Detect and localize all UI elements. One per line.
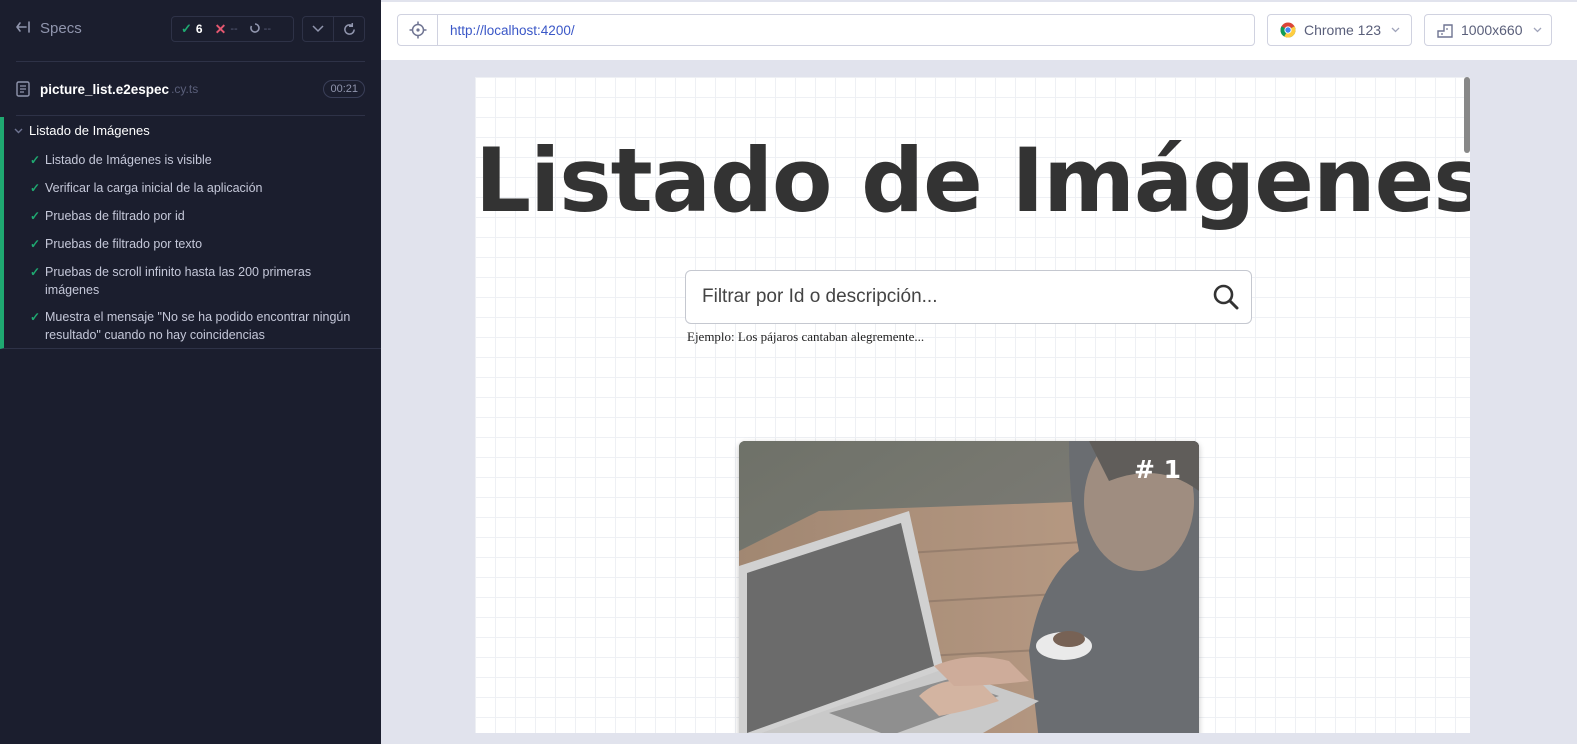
spec-file-row[interactable]: picture_list.e2espec .cy.ts 00:21 — [16, 76, 365, 102]
browser-label: Chrome 123 — [1304, 22, 1382, 38]
search-box — [685, 270, 1252, 324]
failed-count: -- — [230, 23, 238, 35]
spec-file-ext: .cy.ts — [171, 82, 199, 96]
pass-check-icon: ✓ — [30, 310, 41, 324]
url-bar: http://localhost:4200/ — [397, 14, 1255, 46]
viewport-label: 1000x660 — [1461, 22, 1523, 38]
run-controls — [302, 16, 365, 42]
collapse-button[interactable] — [303, 17, 333, 41]
chrome-icon — [1280, 22, 1296, 38]
reporter-header: Specs ✓ 6 ✕ -- -- — [0, 0, 381, 60]
document-icon — [16, 81, 30, 97]
chevron-down-icon — [1533, 25, 1542, 36]
test-item[interactable]: ✓ Pruebas de filtrado por texto — [30, 235, 360, 253]
test-item[interactable]: ✓ Listado de Imágenes is visible — [30, 151, 360, 169]
aut-toolbar: http://localhost:4200/ Chrome 123 1000x6… — [381, 0, 1577, 60]
test-label: Muestra el mensaje "No se ha podido enco… — [45, 310, 351, 342]
test-label: Pruebas de scroll infinito hasta las 200… — [45, 265, 312, 297]
specs-link[interactable]: Specs — [16, 20, 82, 37]
suite-title: Listado de Imágenes — [29, 123, 150, 138]
passed-count: 6 — [195, 22, 203, 36]
test-item[interactable]: ✓ Pruebas de scroll infinito hasta las 2… — [30, 263, 360, 299]
divider — [16, 61, 365, 62]
back-arrow-icon — [16, 20, 32, 37]
pending-icon — [249, 22, 260, 36]
search-hint: Ejemplo: Los pájaros cantaban alegrement… — [687, 329, 925, 344]
search-input[interactable] — [686, 271, 1201, 323]
pass-check-icon: ✓ — [30, 181, 41, 195]
crosshair-icon — [409, 21, 426, 39]
pass-check-icon: ✓ — [30, 237, 41, 251]
test-label: Verificar la carga inicial de la aplicac… — [45, 181, 263, 195]
spec-file-name: picture_list.e2espec — [40, 81, 170, 97]
picture-card[interactable]: # 1 — [739, 441, 1199, 733]
test-label: Pruebas de filtrado por texto — [45, 237, 203, 251]
picture-image — [739, 441, 1199, 733]
passed-check-icon: ✓ — [181, 21, 192, 36]
suite-block: Listado de Imágenes ✓ Listado de Imágene… — [0, 117, 381, 349]
pass-check-icon: ✓ — [30, 153, 41, 167]
selector-playground-button[interactable] — [398, 15, 438, 45]
ruler-icon — [1437, 24, 1453, 38]
pass-check-icon: ✓ — [30, 209, 41, 223]
pending-count: -- — [263, 23, 271, 35]
viewport-selector[interactable]: 1000x660 — [1424, 14, 1552, 46]
spec-duration: 00:21 — [323, 80, 365, 98]
search-icon — [1213, 284, 1239, 310]
suite-title-row[interactable]: Listado de Imágenes — [14, 123, 150, 138]
specs-label: Specs — [40, 20, 82, 37]
pass-check-icon: ✓ — [30, 265, 41, 279]
page-title: Listado de Imágenes — [475, 129, 1470, 232]
browser-selector[interactable]: Chrome 123 — [1267, 14, 1412, 46]
chevron-down-icon — [312, 25, 324, 33]
chevron-down-icon — [14, 128, 23, 133]
test-item[interactable]: ✓ Muestra el mensaje "No se ha podido en… — [30, 308, 360, 344]
picture-number: # 1 — [1133, 455, 1181, 484]
app-preview: Listado de Imágenes Ejemplo: Los pájaros… — [475, 77, 1470, 733]
test-stats: ✓ 6 ✕ -- -- — [171, 16, 294, 42]
test-item[interactable]: ✓ Pruebas de filtrado por id — [30, 207, 360, 225]
refresh-icon — [343, 22, 355, 35]
failed-x-icon: ✕ — [214, 20, 227, 37]
reporter-sidebar: Specs ✓ 6 ✕ -- -- picture_list.e2espec .… — [0, 0, 381, 744]
search-button[interactable] — [1201, 271, 1251, 323]
test-label: Pruebas de filtrado por id — [45, 209, 185, 223]
url-text[interactable]: http://localhost:4200/ — [438, 23, 575, 38]
divider — [16, 115, 365, 116]
rerun-button[interactable] — [333, 17, 364, 41]
test-item[interactable]: ✓ Verificar la carga inicial de la aplic… — [30, 179, 360, 197]
chevron-down-icon — [1391, 25, 1400, 36]
test-label: Listado de Imágenes is visible — [45, 153, 212, 167]
